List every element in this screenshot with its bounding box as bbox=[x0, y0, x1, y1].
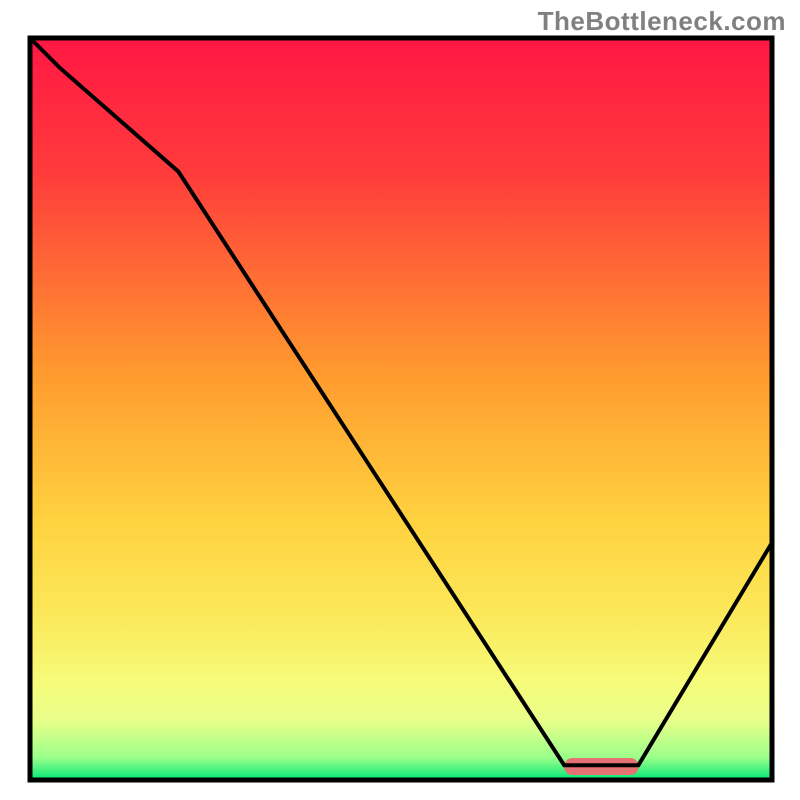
chart-canvas bbox=[0, 0, 800, 800]
watermark-text: TheBottleneck.com bbox=[538, 6, 786, 37]
bottleneck-chart: TheBottleneck.com bbox=[0, 0, 800, 800]
plot-background bbox=[30, 38, 772, 780]
